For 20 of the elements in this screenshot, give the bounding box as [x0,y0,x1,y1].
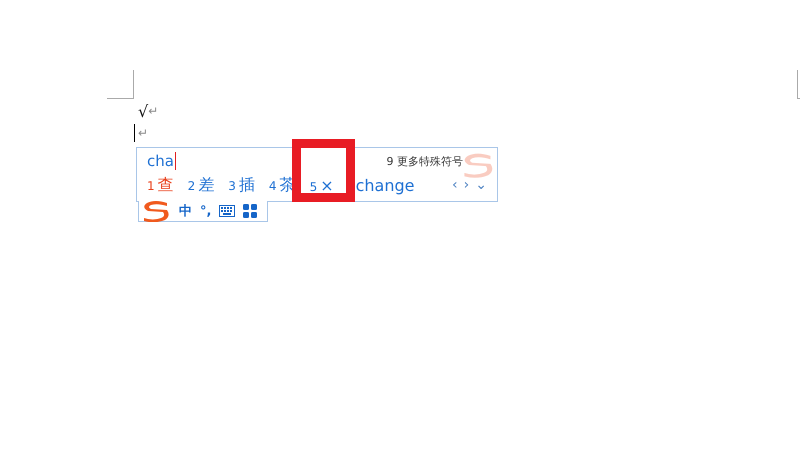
keyboard-icon[interactable] [219,205,236,217]
logo-icon [141,200,171,222]
punctuation-toggle[interactable]: °, [200,204,212,218]
page-corner-mark [107,70,134,99]
page-button[interactable]: ‹ [452,177,458,193]
grid-icon[interactable] [243,204,258,218]
mode-toggle[interactable]: 中 [179,202,192,220]
more-symbols-link[interactable]: 9 更多特殊符号 [386,154,463,168]
candidate-item[interactable]: 2 差 [188,174,214,196]
page-corner-mark [797,70,800,99]
candidate-item[interactable]: 1 查 [147,174,174,196]
candidate-item[interactable]: 3 插 [228,174,255,196]
composition-text: cha [147,152,176,170]
page-button[interactable]: ⌄ [475,177,487,193]
paragraph-mark: ↵ [138,126,148,140]
candidate-item[interactable]: change [356,176,414,194]
document-text: √ [138,102,148,120]
paragraph-mark: ↵ [148,104,158,118]
candidate-item[interactable]: 5 × [310,176,334,194]
page-button[interactable]: › [464,177,470,193]
